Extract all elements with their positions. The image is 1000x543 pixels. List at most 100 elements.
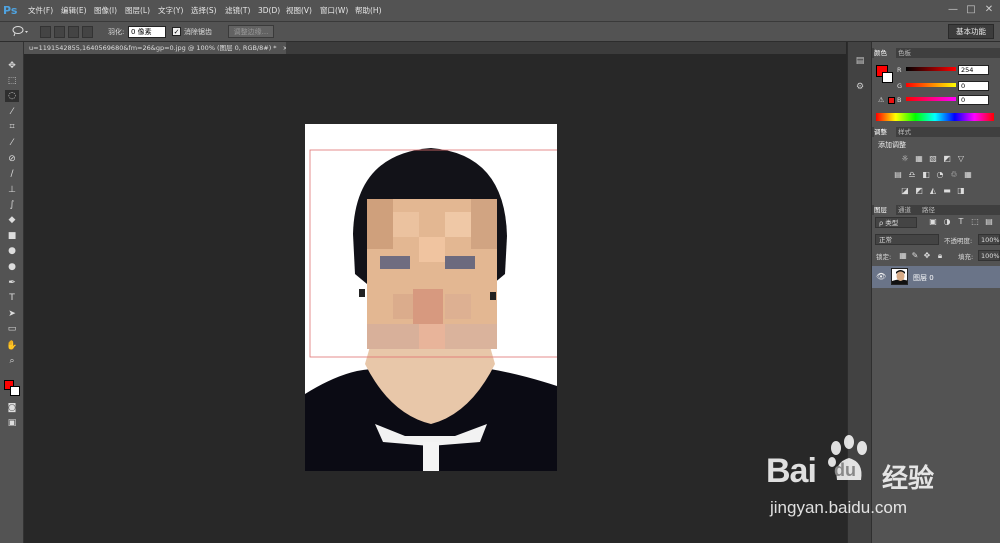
- filter-adjustment-icon[interactable]: ◑: [942, 218, 952, 226]
- filter-shape-icon[interactable]: ⬚: [970, 218, 980, 226]
- color-balance-icon[interactable]: ♎: [907, 171, 917, 179]
- menu-file[interactable]: 文件(F): [28, 4, 53, 18]
- tab-styles[interactable]: 样式: [898, 127, 920, 137]
- eye-icon[interactable]: 👁︎: [876, 272, 886, 281]
- close-button[interactable]: ✕: [982, 3, 996, 17]
- fill-input[interactable]: 100%: [978, 250, 1000, 261]
- history-brush-tool-icon[interactable]: ∫: [5, 199, 19, 211]
- healing-brush-tool-icon[interactable]: ⊘: [5, 153, 19, 165]
- pen-tool-icon[interactable]: ✒: [5, 277, 19, 289]
- color-r-slider[interactable]: [906, 67, 956, 71]
- document-canvas[interactable]: [305, 124, 557, 471]
- vibrance-icon[interactable]: ▽: [956, 155, 966, 163]
- feather-input[interactable]: 0 像素: [128, 26, 166, 38]
- curves-icon[interactable]: ▧: [928, 155, 938, 163]
- filter-type-icon[interactable]: T: [956, 218, 966, 226]
- hue-saturation-icon[interactable]: ▤: [893, 171, 903, 179]
- dodge-tool-icon[interactable]: ●: [5, 261, 19, 273]
- tab-color[interactable]: 颜色: [874, 48, 896, 58]
- history-panel-icon[interactable]: ▤: [853, 54, 867, 68]
- document-tab-title: u=1191542855,1640569680&fm=26&gp=0.jpg @…: [29, 44, 277, 52]
- clone-stamp-tool-icon[interactable]: ⊥: [5, 184, 19, 196]
- invert-icon[interactable]: ◪: [900, 187, 910, 195]
- opacity-input[interactable]: 100%: [978, 234, 1000, 245]
- menu-layer[interactable]: 图层(L): [125, 4, 150, 18]
- lock-position-icon[interactable]: ✥: [922, 252, 932, 260]
- lasso-preset-picker[interactable]: [10, 24, 32, 38]
- tab-adjustments[interactable]: 调整: [874, 127, 896, 137]
- menu-3d[interactable]: 3D(D): [258, 4, 280, 18]
- blur-tool-icon[interactable]: ●: [5, 245, 19, 257]
- fill-label: 填充:: [958, 253, 974, 261]
- background-color-swatch[interactable]: [10, 386, 20, 396]
- gamut-swatch[interactable]: [888, 97, 895, 104]
- threshold-icon[interactable]: ◭: [928, 187, 938, 195]
- workspace-button[interactable]: 基本功能: [948, 24, 994, 39]
- color-g-input[interactable]: 0: [958, 81, 989, 91]
- path-selection-tool-icon[interactable]: ➤: [5, 308, 19, 320]
- color-lookup-icon[interactable]: ▦: [963, 171, 973, 179]
- color-panel-background-swatch[interactable]: [882, 72, 893, 83]
- levels-icon[interactable]: ▦: [914, 155, 924, 163]
- channel-mixer-icon[interactable]: ♲: [949, 171, 959, 179]
- adjustments-heading: 添加调整: [878, 141, 906, 149]
- blend-mode-select[interactable]: 正常: [875, 234, 939, 245]
- minimize-button[interactable]: —: [946, 3, 960, 17]
- tab-channels[interactable]: 通道: [898, 205, 920, 215]
- menu-select[interactable]: 选择(S): [191, 4, 217, 18]
- crop-tool-icon[interactable]: ⌗: [5, 121, 19, 133]
- add-selection-button[interactable]: [54, 26, 65, 38]
- screen-mode-icon[interactable]: ▣: [5, 417, 19, 429]
- marquee-tool-icon[interactable]: ⬚: [5, 75, 19, 87]
- zoom-tool-icon[interactable]: ⌕: [5, 355, 19, 367]
- brush-tool-icon[interactable]: ∕: [5, 168, 19, 180]
- tab-layers[interactable]: 图层: [874, 205, 896, 215]
- lock-image-icon[interactable]: ✎: [910, 252, 920, 260]
- color-b-input[interactable]: 0: [958, 95, 989, 105]
- color-g-slider[interactable]: [906, 83, 956, 87]
- type-tool-icon[interactable]: T: [5, 292, 19, 304]
- black-white-icon[interactable]: ◧: [921, 171, 931, 179]
- tab-paths[interactable]: 路径: [922, 205, 944, 215]
- rectangle-tool-icon[interactable]: ▭: [5, 323, 19, 335]
- document-tab-close[interactable]: ×: [283, 44, 286, 52]
- maximize-button[interactable]: □: [964, 3, 978, 17]
- color-spectrum-bar[interactable]: [876, 113, 994, 121]
- menu-edit[interactable]: 编辑(E): [61, 4, 87, 18]
- new-selection-button[interactable]: [40, 26, 51, 38]
- move-tool-icon[interactable]: ✥: [5, 60, 19, 72]
- lock-transparent-icon[interactable]: ▦: [898, 252, 908, 260]
- menu-type[interactable]: 文字(Y): [158, 4, 183, 18]
- filter-smart-icon[interactable]: ▤: [984, 218, 994, 226]
- photo-filter-icon[interactable]: ◔: [935, 171, 945, 179]
- antialias-checkbox[interactable]: ✓: [172, 27, 181, 36]
- layer-filter-select[interactable]: ρ 类型: [875, 217, 917, 228]
- hand-tool-icon[interactable]: ✋: [5, 340, 19, 352]
- eraser-tool-icon[interactable]: ◆: [5, 214, 19, 226]
- lasso-tool-icon[interactable]: ◌: [5, 90, 19, 102]
- subtract-selection-button[interactable]: [68, 26, 79, 38]
- lock-all-icon[interactable]: 🔒︎: [935, 252, 945, 260]
- posterize-icon[interactable]: ◩: [914, 187, 924, 195]
- menu-window[interactable]: 窗口(W): [320, 4, 348, 18]
- refine-edge-button[interactable]: 调整边缘...: [228, 25, 274, 38]
- color-r-input[interactable]: 254: [958, 65, 989, 75]
- gradient-tool-icon[interactable]: ■: [5, 230, 19, 242]
- tab-swatches[interactable]: 色板: [898, 48, 920, 58]
- color-b-slider[interactable]: [906, 97, 956, 101]
- menu-image[interactable]: 图像(I): [94, 4, 117, 18]
- magic-wand-tool-icon[interactable]: ⁄: [5, 106, 19, 118]
- menu-help[interactable]: 帮助(H): [355, 4, 382, 18]
- quick-mask-icon[interactable]: ◙: [5, 402, 19, 414]
- document-tab[interactable]: u=1191542855,1640569680&fm=26&gp=0.jpg @…: [24, 42, 286, 54]
- menu-filter[interactable]: 滤镜(T): [225, 4, 250, 18]
- properties-panel-icon[interactable]: ⚙: [853, 80, 867, 94]
- gradient-map-icon[interactable]: ▬: [942, 187, 952, 195]
- exposure-icon[interactable]: ◩: [942, 155, 952, 163]
- selective-color-icon[interactable]: ◨: [956, 187, 966, 195]
- eyedropper-tool-icon[interactable]: ⁄: [5, 137, 19, 149]
- intersect-selection-button[interactable]: [82, 26, 93, 38]
- filter-pixel-icon[interactable]: ▣: [928, 218, 938, 226]
- brightness-contrast-icon[interactable]: ☼: [900, 155, 910, 163]
- menu-view[interactable]: 视图(V): [286, 4, 312, 18]
